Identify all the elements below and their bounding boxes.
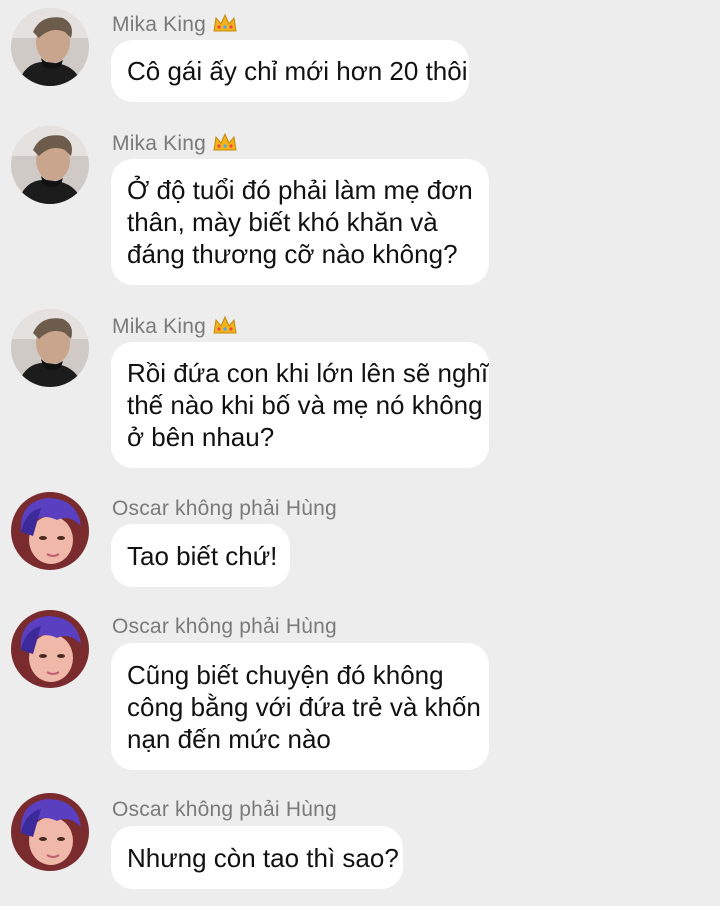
sender-name: Oscar không phải Hùng	[112, 497, 337, 521]
sender-name-text: Mika King	[112, 132, 207, 155]
avatar[interactable]	[11, 8, 89, 86]
message-text-line: Ở độ tuổi đó phải làm mẹ đơn	[127, 175, 473, 205]
message-text-line: đáng thương cỡ nào không?	[127, 239, 458, 269]
message-text-line: thế nào khi bố và mẹ nó không	[127, 390, 483, 420]
avatar[interactable]	[11, 492, 89, 570]
man-avatar-icon	[11, 8, 89, 86]
sender-name: Oscar không phải Hùng	[112, 798, 337, 822]
message-text-line: Nhưng còn tao thì sao?	[127, 843, 399, 873]
message-text-line: nạn đến mức nào	[127, 724, 331, 754]
sender-name: Oscar không phải Hùng	[112, 615, 337, 639]
sender-name-text: Mika King	[112, 13, 207, 36]
sender-name-text: Mika King	[112, 315, 207, 338]
crown-icon	[212, 131, 238, 159]
sender-name-text: Oscar không phải Hùng	[112, 798, 337, 821]
sender-name: Mika King	[112, 314, 238, 342]
message-text-line: công bằng với đứa trẻ và khốn	[127, 692, 481, 722]
avatar[interactable]	[11, 793, 89, 871]
message-text-line: Cô gái ấy chỉ mới hơn 20 thôi	[127, 56, 468, 86]
message-text-line: Rồi đứa con khi lớn lên sẽ nghĩ	[127, 358, 489, 388]
man-avatar-icon	[11, 309, 89, 387]
avatar[interactable]	[11, 126, 89, 204]
message-text-line: ở bên nhau?	[127, 422, 275, 452]
sender-name: Mika King	[112, 131, 238, 159]
message-bubble[interactable]: Cô gái ấy chỉ mới hơn 20 thôi	[111, 40, 469, 102]
message-text-line: thân, mày biết khó khăn và	[127, 207, 438, 237]
message-text-line: Tao biết chứ!	[127, 541, 278, 571]
purple-hair-avatar-icon	[11, 793, 89, 871]
purple-hair-avatar-icon	[11, 492, 89, 570]
chat-thread: Mika King Cô gái ấy chỉ mới hơn 20 thôi …	[0, 0, 720, 906]
sender-name-text: Oscar không phải Hùng	[112, 497, 337, 520]
sender-name-text: Oscar không phải Hùng	[112, 615, 337, 638]
man-avatar-icon	[11, 126, 89, 204]
message-bubble[interactable]: Tao biết chứ!	[111, 524, 290, 587]
avatar[interactable]	[11, 610, 89, 688]
message-bubble[interactable]: Ở độ tuổi đó phải làm mẹ đơn thân, mày b…	[111, 159, 489, 285]
sender-name: Mika King	[112, 12, 238, 40]
message-bubble[interactable]: Nhưng còn tao thì sao?	[111, 826, 403, 889]
message-bubble[interactable]: Rồi đứa con khi lớn lên sẽ nghĩ thế nào …	[111, 342, 489, 468]
avatar[interactable]	[11, 309, 89, 387]
crown-icon	[212, 314, 238, 342]
crown-icon	[212, 12, 238, 40]
message-text-line: Cũng biết chuyện đó không	[127, 660, 444, 690]
message-bubble[interactable]: Cũng biết chuyện đó không công bằng với …	[111, 643, 489, 770]
purple-hair-avatar-icon	[11, 610, 89, 688]
